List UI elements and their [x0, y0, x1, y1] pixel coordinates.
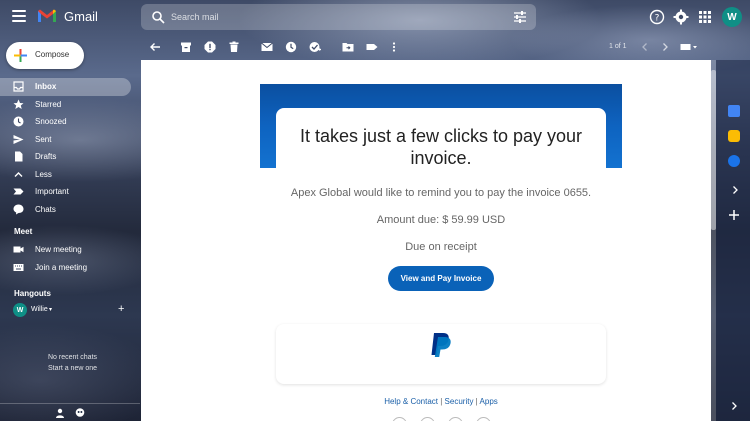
hangouts-user-avatar[interactable]: W: [13, 303, 27, 317]
sidebar-item-label: Important: [35, 187, 69, 196]
svg-text:?: ?: [655, 14, 660, 24]
meet-join-meeting[interactable]: Join a meeting: [0, 259, 140, 277]
compose-plus-icon: [14, 49, 27, 62]
sidebar-item-label: Starred: [35, 99, 62, 109]
social-icon[interactable]: [392, 417, 407, 421]
social-icon[interactable]: [448, 417, 463, 421]
chevron-right-icon[interactable]: [659, 41, 671, 53]
apps-link[interactable]: Apps: [480, 397, 498, 406]
sidebar-item-starred[interactable]: Starred: [0, 96, 140, 114]
sidebar-item-label: Join a meeting: [35, 262, 88, 272]
search-input[interactable]: [171, 8, 491, 26]
settings-gear-icon[interactable]: [673, 9, 689, 25]
sidebar-item-snoozed[interactable]: Snoozed: [0, 113, 140, 131]
sidebar-item-label: Drafts: [35, 152, 57, 161]
hangouts-user-name[interactable]: Willie: [31, 306, 48, 313]
input-tools-icon[interactable]: [680, 41, 698, 53]
person-icon[interactable]: [55, 408, 65, 418]
sidebar-item-label: Less: [35, 169, 52, 179]
more-vertical-icon[interactable]: [388, 41, 400, 53]
back-arrow-icon[interactable]: [149, 41, 161, 53]
sidebar-item-label: Snoozed: [35, 117, 67, 126]
calendar-icon[interactable]: [728, 105, 740, 117]
compose-button[interactable]: Compose: [6, 42, 84, 69]
compose-label: Compose: [35, 50, 70, 59]
important-icon: [13, 188, 24, 195]
search-bar[interactable]: [141, 4, 536, 30]
start-new-chat-link[interactable]: Start a new one: [0, 365, 145, 372]
no-recent-chats-text: No recent chats: [47, 354, 98, 361]
chat-icon: [13, 204, 24, 214]
pagination-count: 1 of 1: [609, 43, 627, 50]
add-to-tasks-icon[interactable]: [309, 41, 321, 53]
sidebar-item-label: Chats: [35, 204, 56, 214]
sidebar-item-sent[interactable]: Sent: [0, 131, 140, 149]
sidebar-item-label: Sent: [35, 134, 52, 144]
main-menu-icon[interactable]: [12, 10, 26, 22]
archive-icon[interactable]: [180, 41, 192, 53]
side-panel: [716, 60, 750, 421]
sidebar-item-inbox[interactable]: Inbox: [0, 78, 131, 96]
top-bar: Gmail ? W: [0, 0, 750, 34]
chevron-left-icon[interactable]: [639, 41, 651, 53]
footer-links: Help & Contact | Security | Apps: [276, 397, 606, 406]
mark-unread-icon[interactable]: [261, 41, 273, 53]
search-options-icon[interactable]: [513, 10, 527, 24]
gmail-logo-icon[interactable]: [37, 8, 57, 23]
report-spam-icon[interactable]: [204, 41, 216, 53]
chevron-up-icon: [14, 171, 23, 177]
security-link[interactable]: Security: [445, 397, 474, 406]
sidebar-item-important[interactable]: Important: [0, 183, 140, 201]
sidebar-item-less[interactable]: Less: [0, 166, 140, 184]
social-icon[interactable]: [420, 417, 435, 421]
star-icon: [13, 99, 24, 109]
meet-nav: New meeting Join a meeting: [0, 241, 140, 276]
label-icon[interactable]: [366, 41, 378, 53]
app-title: Gmail: [64, 9, 98, 24]
inbox-icon: [13, 81, 24, 92]
chevron-right-icon[interactable]: [729, 184, 741, 196]
meet-section-title: Meet: [14, 227, 33, 236]
video-icon: [13, 246, 24, 253]
add-addon-icon[interactable]: [727, 208, 741, 222]
meet-new-meeting[interactable]: New meeting: [0, 241, 140, 259]
hangouts-quote-icon[interactable]: [75, 408, 85, 418]
search-icon[interactable]: [151, 10, 165, 24]
sidebar-item-label: Inbox: [35, 82, 57, 91]
chevron-down-icon[interactable]: ▾: [49, 306, 52, 313]
move-to-folder-icon[interactable]: [342, 41, 354, 53]
chevron-right-icon[interactable]: [728, 400, 740, 412]
amount-due-text: Amount due: $ 59.99 USD: [376, 214, 506, 226]
add-chat-icon[interactable]: +: [118, 303, 124, 315]
send-icon: [13, 134, 24, 144]
help-contact-link[interactable]: Help & Contact: [384, 397, 438, 406]
tasks-icon[interactable]: [728, 155, 740, 167]
email-body: It takes just a few clicks to pay your i…: [141, 60, 711, 421]
due-text: Due on receipt: [405, 241, 477, 253]
help-icon[interactable]: ?: [649, 9, 665, 25]
sidebar-item-drafts[interactable]: Drafts: [0, 148, 140, 166]
snooze-clock-icon[interactable]: [285, 41, 297, 53]
hangouts-section-title: Hangouts: [14, 289, 51, 298]
delete-trash-icon[interactable]: [228, 41, 240, 53]
account-avatar[interactable]: W: [722, 7, 742, 27]
social-icon[interactable]: [476, 417, 491, 421]
keyboard-icon: [13, 263, 24, 271]
email-headline: It takes just a few clicks to pay your i…: [299, 126, 583, 168]
reminder-text: Apex Global would like to remind you to …: [290, 187, 592, 199]
apps-grid-icon[interactable]: [697, 9, 713, 25]
paypal-logo-icon: [431, 333, 451, 357]
view-and-pay-invoice-button[interactable]: View and Pay Invoice: [388, 266, 494, 291]
keep-icon[interactable]: [728, 130, 740, 142]
sidebar-item-label: New meeting: [35, 245, 82, 254]
sidebar-item-chats[interactable]: Chats: [0, 201, 140, 219]
draft-icon: [15, 151, 23, 162]
sidebar-nav: Inbox Starred Snoozed Sent Drafts Less I…: [0, 78, 140, 218]
clock-icon: [13, 116, 24, 127]
sidebar-bottom-bar: [0, 403, 140, 421]
